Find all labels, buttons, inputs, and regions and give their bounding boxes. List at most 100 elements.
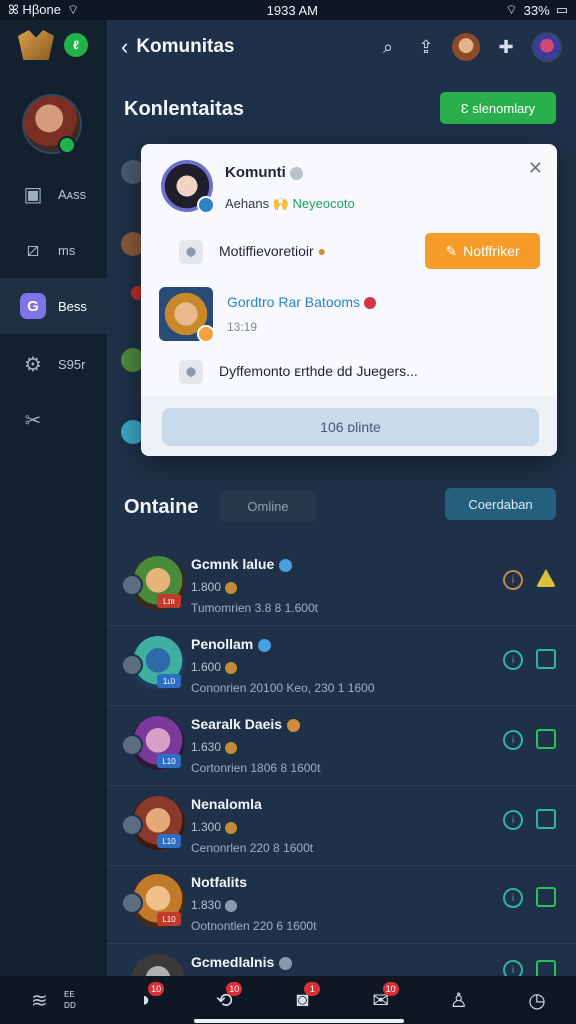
- modal-footer: 106 ᴅlinte: [141, 396, 557, 456]
- info-icon[interactable]: ⅰ: [503, 570, 523, 590]
- sidebar-item-2[interactable]: ⧄ ms: [0, 222, 107, 278]
- search-icon[interactable]: ⌕: [376, 35, 400, 59]
- info-icon[interactable]: ⅰ: [503, 730, 523, 750]
- close-icon[interactable]: ✕: [528, 158, 543, 179]
- info-icon: [289, 166, 303, 180]
- notification-modal: ✕ Komunti Aehans 🙌 Neyeocoto ⬢ Motiffiev…: [141, 144, 557, 456]
- list-item[interactable]: L10 Notfalits 1.830 Ootnontlen 220 6 160…: [107, 866, 576, 944]
- community-avatar: [161, 160, 215, 214]
- modal-title: Komunti: [225, 164, 303, 181]
- tools-icon: ✂: [24, 409, 42, 432]
- player-name: Notfalits: [191, 874, 247, 890]
- lock-icon[interactable]: [121, 734, 143, 756]
- notification-badge: 10: [226, 982, 243, 996]
- bottom-nav-label: ᴇᴇ ᴅᴅ: [63, 988, 76, 1011]
- modal-subtitle-link[interactable]: Neyeocoto: [293, 196, 355, 211]
- nav-item-profile[interactable]: ♙: [420, 976, 498, 1024]
- notification-badge: 10: [148, 982, 165, 996]
- player-name: Penollam: [191, 636, 272, 652]
- back-icon[interactable]: ‹: [121, 34, 128, 60]
- user-avatar[interactable]: [22, 94, 82, 154]
- list-item[interactable]: 1ʟ0 Penollam 1.600 Cononrien 20100 Keo, …: [107, 628, 576, 706]
- player-meta: 1.800: [191, 580, 238, 594]
- sidebar-item-tools[interactable]: ✂: [0, 392, 107, 448]
- status-bar: ꕤ Hβone ⌔ 1933 AM ⌔ 33% ▭: [0, 0, 576, 20]
- tab-online[interactable]: Omline: [220, 490, 316, 522]
- level-badge: 1ʟ0: [157, 674, 181, 688]
- profile-avatar[interactable]: [532, 32, 562, 62]
- page-title: Komunitas: [136, 36, 235, 57]
- sidebar-item-community[interactable]: G Bess: [0, 278, 107, 334]
- player-meta: 1.600: [191, 660, 238, 674]
- lock-icon[interactable]: [121, 654, 143, 676]
- coin-icon: [225, 661, 238, 674]
- verified-icon: [258, 638, 272, 652]
- bottom-nav-menu[interactable]: ≋ ᴇᴇ ᴅᴅ: [0, 976, 107, 1024]
- level-badge: L10: [157, 754, 181, 768]
- nav-item-cup[interactable]: ◗ 10: [107, 976, 185, 1024]
- coin-icon: [225, 741, 238, 754]
- bottom-nav: ≋ ᴇᴇ ᴅᴅ ◗ 10 ⟲ 10 ◙ 1 ✉ 10 ♙ ◷: [0, 976, 576, 1024]
- cube-icon: ⬢: [179, 240, 203, 264]
- nav-item-sync[interactable]: ⟲ 10: [185, 976, 263, 1024]
- check-icon[interactable]: [536, 729, 556, 749]
- nav-item-clock[interactable]: ◷: [498, 976, 576, 1024]
- home-indicator[interactable]: [194, 1019, 404, 1023]
- bell-icon: ✎: [445, 242, 458, 259]
- nav-item-camera[interactable]: ◙ 1: [263, 976, 341, 1024]
- list-item[interactable]: Lɪʀ Gcmnk lalue 1.800 Tumomrien 3.8 8 1.…: [107, 548, 576, 626]
- edit-box-icon: ⧄: [26, 238, 40, 261]
- verified-icon: [279, 956, 293, 970]
- friend-avatar[interactable]: [452, 33, 480, 61]
- coin-icon: [225, 821, 238, 834]
- app-logo[interactable]: [18, 30, 54, 60]
- emoji-icon: 🙌: [272, 196, 289, 211]
- info-icon[interactable]: ⅰ: [503, 810, 523, 830]
- player-meta: 1.830: [191, 898, 238, 912]
- view-all-button[interactable]: 106 ᴅlinte: [162, 408, 539, 446]
- online-status-icon[interactable]: ℓ: [64, 33, 88, 57]
- sidebar-item-label: ms: [58, 242, 76, 258]
- player-meta: 1.630: [191, 740, 238, 754]
- filter-button[interactable]: Coerdaban: [445, 488, 556, 520]
- online-title: Ontaine: [124, 496, 199, 518]
- sidebar-item-settings[interactable]: ⚙ S95r: [0, 336, 107, 392]
- group-name[interactable]: Gordtro Rar Batooms: [227, 294, 377, 310]
- sidebar-header: ℓ: [18, 30, 88, 60]
- notify-button[interactable]: ✎ Notffriker: [425, 233, 540, 269]
- notification-badge: 10: [382, 982, 399, 996]
- create-button[interactable]: Ɛ slenomlary: [440, 92, 556, 124]
- player-detail: Cononrien 20100 Keo, 230 1 1600: [191, 681, 375, 695]
- list-item[interactable]: L10 Nenalomla 1.300 Cenonrlen 220 8 1600…: [107, 788, 576, 866]
- section-title: Konlentaitas: [124, 98, 245, 120]
- player-name: Nenalomla: [191, 796, 262, 812]
- clock-icon: ◷: [528, 989, 546, 1012]
- battery-label: 33%: [523, 2, 550, 18]
- share-icon[interactable]: ⇪: [414, 35, 438, 59]
- warning-icon[interactable]: [536, 569, 556, 587]
- nav-item-mail[interactable]: ✉ 10: [342, 976, 420, 1024]
- lock-icon[interactable]: [121, 892, 143, 914]
- sidebar-item-label: S95r: [58, 356, 86, 372]
- info-icon[interactable]: ⅰ: [503, 650, 523, 670]
- sidebar-item-label: Bess: [58, 298, 87, 314]
- sidebar: ℓ ▣ Aᴀss ⧄ ms G Bess ⚙ S95r ✂: [0, 20, 107, 976]
- modal-row-text: Motiffievoretioir ●: [219, 243, 327, 259]
- player-detail: Cortonrien 1806 8 1600t: [191, 761, 321, 775]
- check-icon[interactable]: [536, 887, 556, 907]
- home-icon[interactable]: [536, 809, 556, 829]
- home-icon[interactable]: [536, 649, 556, 669]
- wifi-icon: ⌔: [66, 2, 80, 17]
- add-icon[interactable]: ✚: [494, 35, 518, 59]
- info-icon[interactable]: ⅰ: [503, 888, 523, 908]
- level-badge: L10: [157, 912, 181, 926]
- player-detail: Tumomrien 3.8 8 1.600t: [191, 601, 318, 615]
- lock-icon[interactable]: [121, 814, 143, 836]
- list-item[interactable]: L10 Searalk Daeis 1.630 Cortonrien 1806 …: [107, 708, 576, 786]
- level-badge: Lɪʀ: [157, 594, 181, 608]
- notification-badge: 1: [304, 982, 321, 996]
- verified-badge: [197, 196, 215, 214]
- sidebar-item-1[interactable]: ▣ Aᴀss: [0, 166, 107, 222]
- lock-icon[interactable]: [121, 574, 143, 596]
- verified-icon: [279, 558, 293, 572]
